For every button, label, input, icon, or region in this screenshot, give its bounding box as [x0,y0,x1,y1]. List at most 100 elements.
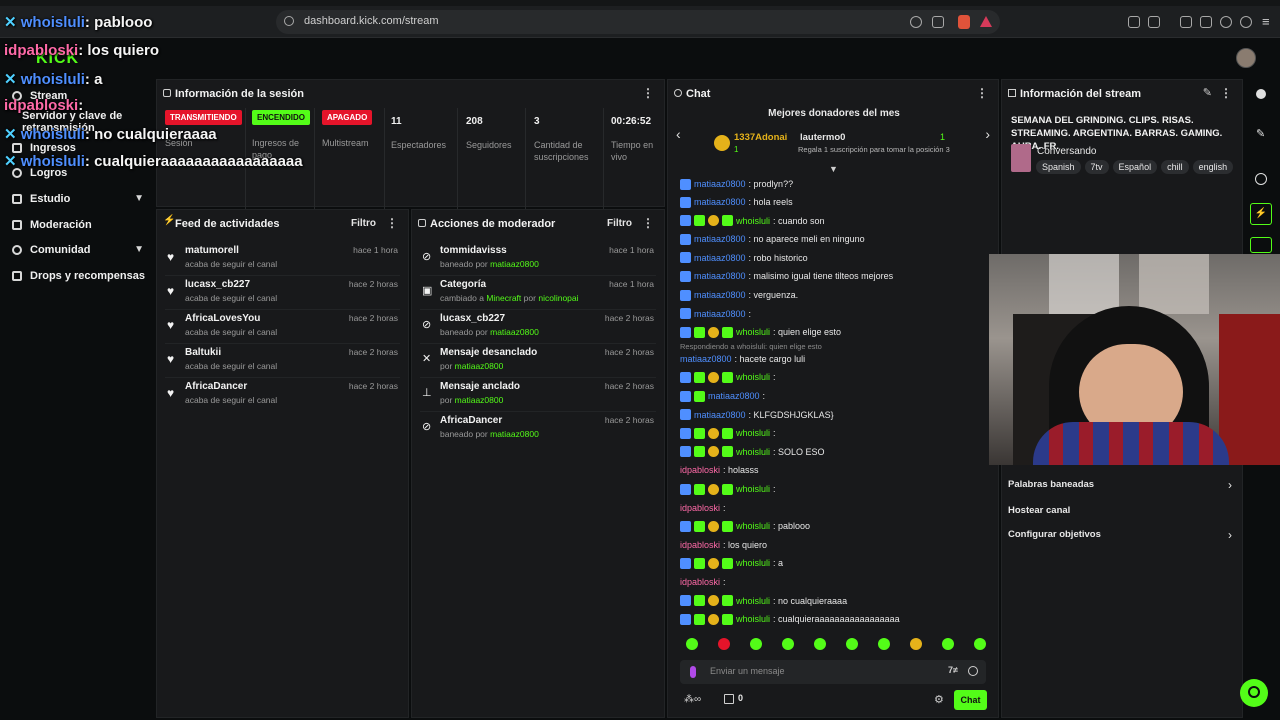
chat-message[interactable]: matiaaz0800: prodlyn?? [680,176,793,192]
mod-username[interactable]: nicolinopai [538,293,578,303]
tag[interactable]: english [1192,160,1234,174]
chat-message[interactable]: matiaaz0800: no aparece meli en ninguno [680,231,865,247]
chat-username[interactable]: whoisluli [736,596,770,606]
more-options-icon[interactable]: ⋮ [642,86,654,100]
chat-username[interactable]: matiaaz0800 [708,391,760,401]
sidebar-item-estudio[interactable]: Estudio ▼ [12,189,144,209]
chat-username[interactable]: idpabloski [680,503,720,513]
list-item[interactable]: ▣ Categoría cambiado a Minecraft por nic… [420,276,656,310]
chat-username[interactable]: idpabloski [680,577,720,587]
list-item[interactable]: ⊘ AfricaDancer baneado por matiaaz0800 h… [420,412,656,446]
address-bar[interactable]: dashboard.kick.com/stream [276,10,1000,34]
tag[interactable]: chill [1161,160,1189,174]
mod-username[interactable]: matiaaz0800 [490,327,539,337]
chat-message[interactable]: matiaaz0800: [680,306,751,322]
chat-message[interactable]: matiaaz0800: malisimo igual tiene tilteo… [680,268,893,284]
emote-icon[interactable] [718,638,730,650]
chat-message[interactable]: whoisluli: cualquieraaaaaaaaaaaaaaaaa [680,611,900,627]
filter-button[interactable]: Filtro [351,218,376,229]
menu-icon[interactable]: ≡ [1262,14,1270,29]
send-chat-button[interactable]: Chat [954,690,987,710]
avatar[interactable] [1236,48,1256,68]
feed-username[interactable]: AfricaDancer [185,381,247,392]
emoji-icon[interactable] [968,666,978,676]
site-info-icon[interactable] [284,16,294,26]
status-badge[interactable]: APAGADO [322,110,373,125]
more-options-icon[interactable]: ⋮ [1220,86,1232,100]
more-options-icon[interactable]: ⋮ [642,216,654,230]
chat-username[interactable]: idpabloski [680,540,720,550]
chat-message[interactable]: idpabloski: [680,574,726,590]
chat-username[interactable]: matiaaz0800 [694,253,746,263]
list-item[interactable]: ✕ Mensaje desanclado por matiaaz0800 hac… [420,344,656,378]
chat-username[interactable]: matiaaz0800 [694,197,746,207]
sidebar-item-moderacion[interactable]: Moderación [12,215,92,235]
chat-username[interactable]: matiaaz0800 [694,290,746,300]
list-item[interactable]: ♥ lucasx_cb227 acaba de seguir el canal … [165,276,400,310]
info-icon[interactable] [1256,89,1266,99]
chat-username[interactable]: matiaaz0800 [694,234,746,244]
sidebar-toggle-icon[interactable] [1180,16,1192,28]
chat-message[interactable]: matiaaz0800: robo historico [680,250,808,266]
chat-username[interactable]: whoisluli [736,614,770,624]
tag[interactable]: Español [1112,160,1158,174]
mod-target[interactable]: tommidavisss [440,245,507,256]
list-item[interactable]: ⊥ Mensaje anclado por matiaaz0800 hace 2… [420,378,656,412]
mod-category[interactable]: Minecraft [486,293,521,303]
tag[interactable]: Spanish [1036,160,1081,174]
category-thumbnail[interactable] [1011,144,1031,172]
chat-message[interactable]: whoisluli: quien elige esto [680,324,841,340]
list-item[interactable]: ♥ AfricaLovesYou acaba de seguir el cana… [165,310,400,344]
emote-icon[interactable] [814,638,826,650]
chat-username[interactable]: whoisluli [736,372,770,382]
tag[interactable]: 7tv [1084,160,1109,174]
more-options-icon[interactable]: ⋮ [976,86,988,100]
collapse-icon[interactable]: ▼ [829,164,838,174]
sidebar-item-comunidad[interactable]: Comunidad ▼ [12,240,144,260]
extensions-icon[interactable] [1128,16,1140,28]
chat-username[interactable]: whoisluli [736,484,770,494]
donor-name[interactable]: 1337Adonai [734,132,787,143]
list-item[interactable]: ♥ AfricaDancer acaba de seguir el canal … [165,378,400,412]
feed-username[interactable]: Baltukii [185,347,221,358]
chat-username[interactable]: matiaaz0800 [680,354,732,364]
link-host-channel[interactable]: Hostear canal [1008,504,1238,522]
list-item[interactable]: ♥ Baltukii acaba de seguir el canal hace… [165,344,400,378]
emote-icon[interactable] [782,638,794,650]
chat-input[interactable]: Enviar un mensaje 7≠ [680,660,986,684]
category-name[interactable]: Conversando [1037,146,1096,157]
chat-username[interactable]: matiaaz0800 [694,309,746,319]
rewards-icon[interactable] [980,16,992,27]
mic-icon[interactable] [690,666,696,678]
users-icon[interactable]: ⁂∞ [684,694,701,705]
status-badge[interactable]: ENCENDIDO [252,110,311,125]
chat-username[interactable]: whoisluli [736,521,770,531]
edit-icon[interactable]: ✎ [1256,127,1265,140]
chat-username[interactable]: matiaaz0800 [694,271,746,281]
feed-username[interactable]: lucasx_cb227 [185,279,250,290]
chat-message[interactable]: whoisluli: a [680,555,783,571]
chat-message[interactable]: idpabloski: los quiero [680,537,767,553]
emote-icon[interactable] [974,638,986,650]
emote-icon[interactable] [686,638,698,650]
emote-icon[interactable] [942,638,954,650]
more-options-icon[interactable]: ⋮ [386,216,398,230]
chat-message[interactable]: matiaaz0800: hola reels [680,194,793,210]
mod-username[interactable]: matiaaz0800 [455,361,504,371]
sidebar-item-drops[interactable]: Drops y recompensas [12,266,145,286]
emote-icon[interactable] [750,638,762,650]
feed-username[interactable]: AfricaLovesYou [185,313,260,324]
chat-message[interactable]: matiaaz0800: KLFGDSHJGKLAS} [680,407,834,423]
chat-message[interactable]: whoisluli: SOLO ESO [680,444,825,460]
chat-message[interactable]: matiaaz0800: verguenza. [680,287,798,303]
zoom-icon[interactable] [910,16,922,28]
chevron-right-icon[interactable]: › [985,126,990,142]
link-banned-words[interactable]: Palabras baneadas › [1008,478,1238,496]
mod-target[interactable]: Categoría [440,279,486,290]
chat-message[interactable]: idpabloski: holasss [680,462,759,478]
filter-button[interactable]: Filtro [607,218,632,229]
link-goals[interactable]: Configurar objetivos › [1008,528,1238,546]
share-icon[interactable] [932,16,944,28]
emote-icon[interactable] [878,638,890,650]
chat-username[interactable]: matiaaz0800 [694,410,746,420]
